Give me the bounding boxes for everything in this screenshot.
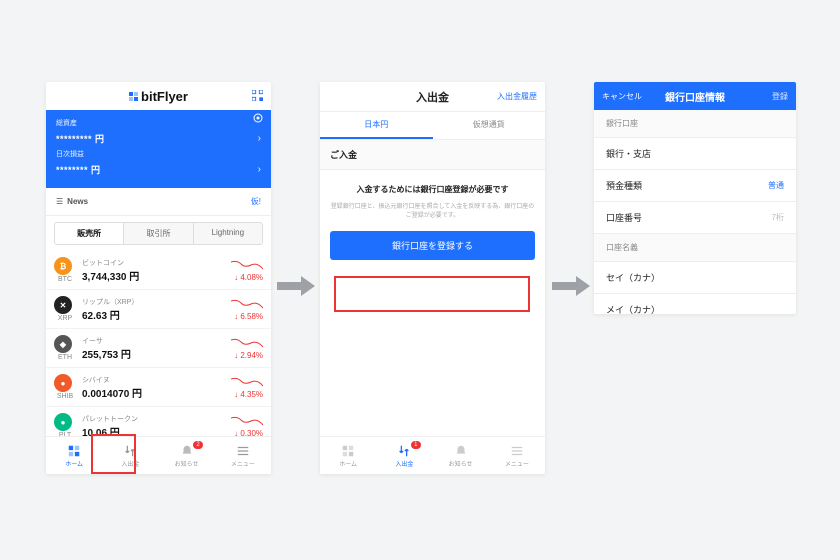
brand-logo: bitFlyer	[129, 89, 188, 104]
nav-notice[interactable]: 2 お知らせ	[159, 437, 215, 474]
screenshot-deposit: 入出金 入出金履歴 日本円 仮想通貨 ご入金 入金するためには銀行口座登録が必要…	[320, 82, 545, 474]
coin-icon: ●	[54, 374, 72, 392]
row-firstname-kana[interactable]: メイ（カナ）	[594, 294, 796, 314]
nav-notice[interactable]: お知らせ	[433, 437, 489, 474]
market-tabs: 販売所 取引所 Lightning	[54, 222, 263, 245]
coin-name: ビットコイン	[82, 258, 203, 268]
news-bar[interactable]: ☰ News 仮!	[46, 188, 271, 216]
account-number-placeholder: 7桁	[772, 212, 784, 223]
row-account-type[interactable]: 預金種類 普通	[594, 170, 796, 202]
nav-menu[interactable]: メニュー	[215, 437, 271, 474]
cancel-button[interactable]: キャンセル	[602, 91, 642, 102]
form-header: キャンセル 銀行口座情報 登録	[594, 82, 796, 110]
coin-row[interactable]: ◆ETH イーサ255,753 円 ↓ 2.94%	[46, 329, 271, 368]
nav-home[interactable]: ホーム	[320, 437, 376, 474]
coin-icon: ●	[54, 413, 72, 431]
coin-icon: ₿	[54, 257, 72, 275]
sparkline-icon	[231, 259, 263, 271]
row-lastname-kana[interactable]: セイ（カナ）	[594, 262, 796, 294]
coin-price: 255,753 円	[82, 346, 203, 361]
coin-row[interactable]: ●SHIB シバイヌ0.0014070 円 ↓ 4.35%	[46, 368, 271, 407]
prompt-desc: 登録銀行口座と、振込元銀行口座を照合して入金を反映する為、銀行口座のご登録が必要…	[330, 203, 535, 221]
arrow-right-icon	[552, 276, 590, 296]
currency-tabs: 日本円 仮想通貨	[320, 112, 545, 140]
balance-value: ********* 円	[56, 132, 105, 145]
section-deposit: ご入金	[320, 140, 545, 170]
news-label: News	[67, 197, 88, 206]
coin-name: リップル（XRP）	[82, 297, 203, 307]
bottom-nav: ホーム 1 入出金 お知らせ メニュー	[320, 436, 545, 474]
deposit-header: 入出金 入出金履歴	[320, 82, 545, 112]
coin-change: ↓ 6.58%	[209, 312, 263, 321]
coin-symbol: ETH	[54, 354, 76, 361]
highlight-box	[334, 276, 530, 312]
tab-crypto[interactable]: 仮想通貨	[433, 112, 546, 139]
balance-label: 総資産	[56, 118, 261, 128]
coin-symbol: XRP	[54, 315, 76, 322]
news-icon: ☰	[56, 197, 63, 206]
tab-sales[interactable]: 販売所	[55, 223, 124, 244]
submit-button[interactable]: 登録	[772, 91, 788, 102]
tab-exchange[interactable]: 取引所	[124, 223, 193, 244]
nav-menu[interactable]: メニュー	[489, 437, 545, 474]
coin-price: 3,744,330 円	[82, 268, 203, 283]
section-bank: 銀行口座	[594, 110, 796, 138]
coin-price: 62.63 円	[82, 307, 203, 322]
app-header: bitFlyer	[46, 82, 271, 110]
coin-change: ↓ 2.94%	[209, 351, 263, 360]
page-title: 銀行口座情報	[665, 89, 725, 104]
qr-icon[interactable]	[252, 90, 263, 101]
coin-change: ↓ 4.08%	[209, 273, 263, 282]
chevron-right-icon: ›	[258, 164, 261, 175]
account-type-value: 普通	[768, 180, 784, 191]
balance-card[interactable]: 総資産 ********* 円 › 日次損益 ******** 円 ›	[46, 110, 271, 188]
coin-change: ↓ 4.35%	[209, 390, 263, 399]
sparkline-icon	[231, 337, 263, 349]
tab-jpy[interactable]: 日本円	[320, 112, 433, 139]
sparkline-icon	[231, 415, 263, 427]
coin-row[interactable]: ✕XRP リップル（XRP）62.63 円 ↓ 6.58%	[46, 290, 271, 329]
row-account-number[interactable]: 口座番号 7桁	[594, 202, 796, 234]
sparkline-icon	[231, 376, 263, 388]
tab-lightning[interactable]: Lightning	[194, 223, 262, 244]
nav-deposit[interactable]: 1 入出金	[376, 437, 432, 474]
arrow-right-icon	[277, 276, 315, 296]
row-bank-branch[interactable]: 銀行・支店	[594, 138, 796, 170]
screenshot-bank-form: キャンセル 銀行口座情報 登録 銀行口座 銀行・支店 預金種類 普通 口座番号 …	[594, 82, 796, 314]
section-holder: 口座名義	[594, 234, 796, 262]
nav-deposit[interactable]: 入出金	[102, 437, 158, 474]
coin-name: シバイヌ	[82, 375, 203, 385]
history-link[interactable]: 入出金履歴	[497, 91, 537, 102]
pnl-value: ******** 円	[56, 163, 101, 176]
screenshot-home: bitFlyer 総資産 ********* 円 › 日次損益 ********…	[46, 82, 271, 474]
prompt-title: 入金するためには銀行口座登録が必要です	[330, 184, 535, 195]
register-prompt: 入金するためには銀行口座登録が必要です 登録銀行口座と、振込元銀行口座を照合して…	[320, 170, 545, 274]
pnl-label: 日次損益	[56, 149, 261, 159]
nav-home[interactable]: ホーム	[46, 437, 102, 474]
coin-icon: ◆	[54, 335, 72, 353]
coin-row[interactable]: ₿BTC ビットコイン3,744,330 円 ↓ 4.08%	[46, 251, 271, 290]
sparkline-icon	[231, 298, 263, 310]
register-bank-button[interactable]: 銀行口座を登録する	[330, 231, 535, 260]
bottom-nav: ホーム 入出金 2 お知らせ メニュー	[46, 436, 271, 474]
news-link[interactable]: 仮!	[251, 196, 261, 207]
badge: 1	[411, 441, 420, 449]
brand-text: bitFlyer	[141, 89, 188, 104]
coin-icon: ✕	[54, 296, 72, 314]
coin-name: パレットトークン	[82, 414, 203, 424]
coin-symbol: BTC	[54, 276, 76, 283]
coin-symbol: SHIB	[54, 393, 76, 400]
coin-price: 0.0014070 円	[82, 385, 203, 400]
coin-name: イーサ	[82, 336, 203, 346]
badge: 2	[193, 441, 202, 449]
chevron-right-icon: ›	[258, 133, 261, 144]
